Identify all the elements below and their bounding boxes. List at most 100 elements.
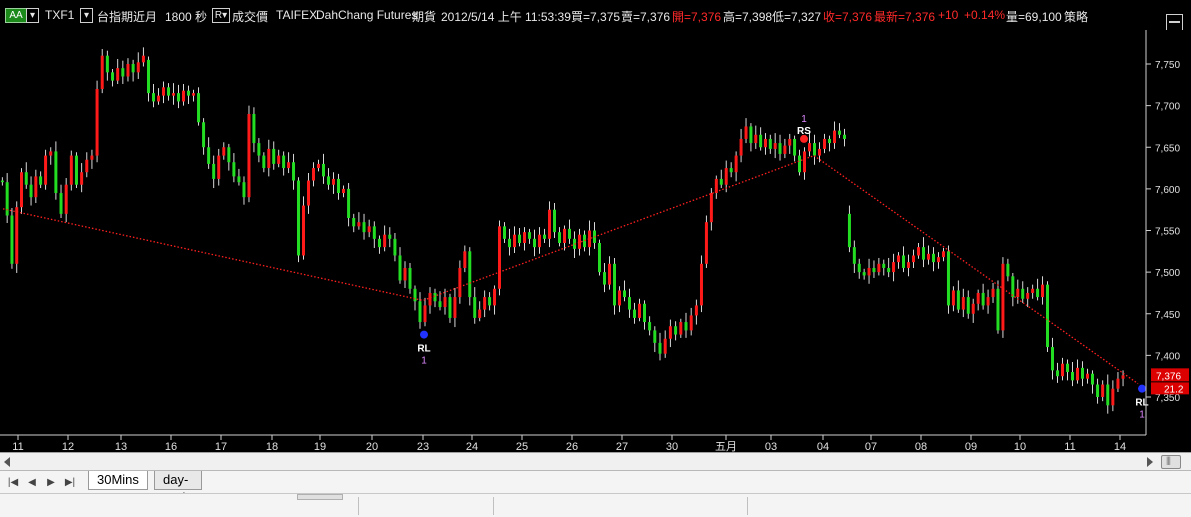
candle-body: [212, 163, 216, 179]
candle-body: [887, 267, 891, 273]
candle-body: [694, 305, 698, 316]
collapse-button[interactable]: [1166, 14, 1183, 31]
candle-body: [892, 262, 896, 273]
candle-body: [912, 255, 915, 263]
candle-body: [1006, 263, 1010, 277]
candle-body: [603, 272, 606, 285]
signal-label: RL: [417, 344, 430, 355]
candle-body: [342, 188, 345, 194]
candle-body: [852, 247, 856, 264]
candle-body: [608, 263, 611, 285]
candle-body: [719, 178, 723, 185]
candle-body: [69, 155, 73, 185]
candle-body: [302, 205, 305, 256]
x-tick-label: 14: [1114, 441, 1126, 452]
y-tick-label: 7,700: [1155, 102, 1180, 113]
candle-body: [498, 226, 501, 289]
candle-body: [778, 143, 782, 154]
candle-body: [95, 88, 99, 156]
candle-body: [5, 182, 9, 216]
candle-body: [699, 263, 703, 306]
chevron-down-icon[interactable]: ▾: [80, 8, 93, 23]
aa-button[interactable]: AA: [5, 8, 27, 23]
candle-body: [754, 134, 758, 144]
candle-body: [197, 93, 201, 123]
x-tick-label: 12: [62, 441, 74, 452]
candle-body: [121, 68, 125, 77]
candle-body: [227, 147, 231, 163]
candle-body: [689, 315, 693, 331]
candle-body: [408, 267, 412, 289]
candle-body: [1011, 276, 1015, 298]
prev-tab-icon[interactable]: ◀: [25, 476, 39, 490]
candle-body: [1056, 370, 1059, 377]
candle-body: [443, 297, 447, 308]
candle-body: [1001, 263, 1005, 331]
candle-body: [1121, 375, 1125, 379]
signal-count: 1: [801, 114, 807, 125]
signal-marker: [1138, 384, 1146, 393]
tab-30mins[interactable]: 30Mins: [88, 471, 148, 490]
candle-body: [838, 130, 841, 135]
x-tick-label: 07: [865, 441, 877, 452]
candle-body: [1081, 367, 1084, 379]
x-tick-label: 11: [1064, 441, 1075, 452]
candle-body: [744, 126, 748, 139]
horizontal-scrollbar[interactable]: [0, 452, 1191, 471]
candle-body: [116, 68, 120, 81]
open-label: 開=7,376: [672, 10, 722, 24]
candle-body: [292, 162, 296, 181]
interval-label: 1800 秒: [165, 10, 208, 24]
last-tab-icon[interactable]: ▶|: [63, 476, 77, 490]
candle-body: [182, 90, 185, 102]
candle-body: [1076, 367, 1079, 381]
candle-body: [674, 326, 678, 335]
candle-body: [167, 87, 170, 96]
scrollbar-thumb[interactable]: [1161, 455, 1181, 469]
candle-body: [902, 255, 905, 268]
candle-body: [20, 172, 23, 208]
x-tick-label: 30: [666, 441, 678, 452]
chevron-down-icon[interactable]: ▾: [26, 8, 39, 23]
x-tick-label: 24: [466, 441, 478, 452]
candle-body: [1016, 288, 1020, 298]
scroll-right-arrow-icon[interactable]: [1147, 457, 1153, 467]
candle-body: [843, 134, 846, 139]
price-type-dropdown[interactable]: R▾: [212, 8, 230, 23]
candle-body: [463, 251, 467, 268]
datetime-label: 2012/5/14 上午 11:53:39: [441, 10, 571, 24]
candle-body: [783, 145, 787, 154]
low-label: 低=7,327: [772, 10, 822, 24]
candle-body: [64, 184, 68, 214]
candle-body: [583, 234, 586, 248]
candle-body: [74, 155, 78, 185]
x-tick-label: 10: [1014, 441, 1026, 452]
tab-day-trade[interactable]: day-trade: [154, 471, 202, 505]
candle-body: [932, 253, 935, 263]
candle-body: [141, 55, 145, 63]
candle-body: [177, 93, 180, 102]
candle-body: [157, 95, 160, 102]
next-tab-icon[interactable]: ▶: [44, 476, 58, 490]
candle-body: [927, 253, 930, 260]
ask-label: 賣=7,376: [621, 10, 671, 24]
y-tick-label: 7,450: [1155, 310, 1180, 321]
candle-body: [438, 301, 442, 308]
candle-body: [458, 267, 462, 298]
x-tick-label: 03: [765, 441, 777, 452]
first-tab-icon[interactable]: |◀: [6, 476, 20, 490]
candle-body: [704, 222, 708, 264]
candle-body: [80, 172, 84, 185]
last-label: 最新=7,376: [874, 10, 936, 24]
scroll-left-arrow-icon[interactable]: [4, 457, 10, 467]
candle-body: [951, 290, 955, 306]
candle-body: [528, 232, 531, 239]
candle-body: [418, 301, 422, 323]
candle-body: [217, 155, 221, 179]
candle-body: [749, 126, 753, 144]
candle-body: [162, 87, 165, 96]
candle-body: [882, 263, 886, 268]
status-divider: [493, 497, 494, 515]
candle-body: [966, 297, 970, 314]
candle-body: [867, 267, 871, 276]
